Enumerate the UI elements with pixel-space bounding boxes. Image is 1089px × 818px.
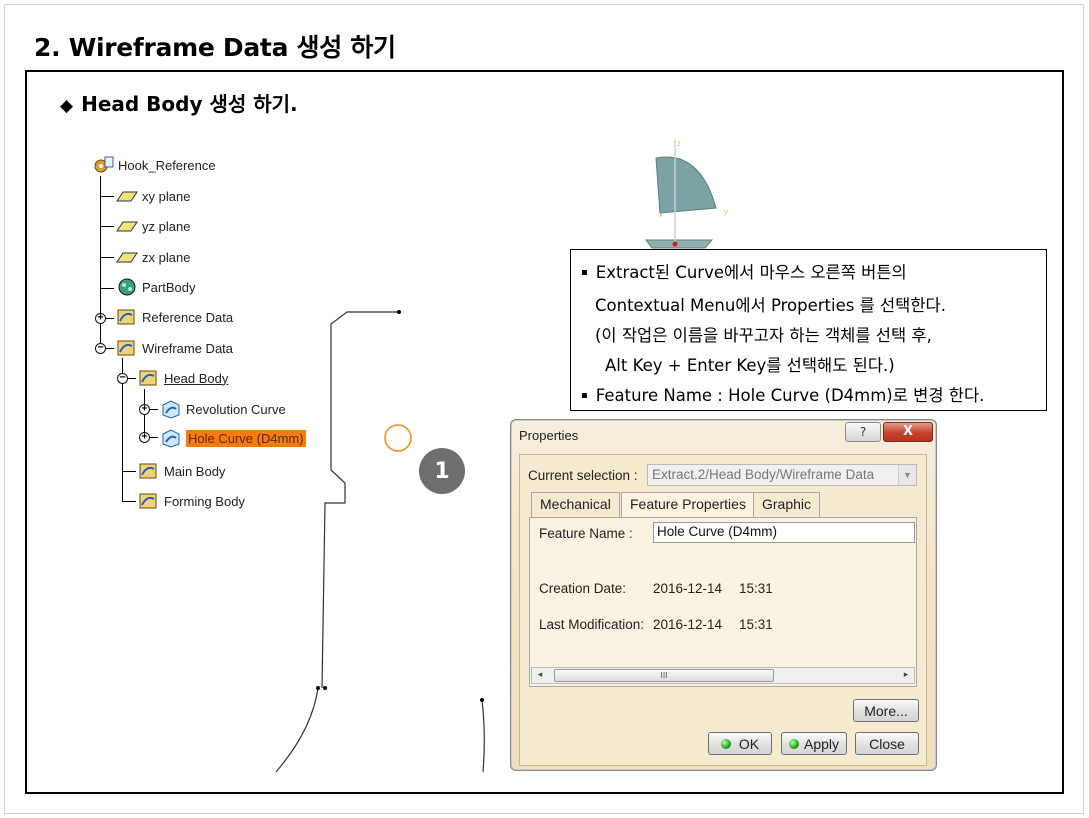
tree-label: Wireframe Data [142, 340, 234, 356]
chevron-down-icon[interactable]: ▼ [898, 465, 916, 485]
specification-tree: + − − + + Hook_Reference xy plane yz pla… [0, 0, 360, 560]
tree-label: xy plane [142, 188, 191, 204]
horizontal-scrollbar[interactable]: ◂ III ▸ [531, 667, 915, 684]
last-modification-time-value: 15:31 [739, 617, 773, 632]
tree-connector [122, 471, 136, 472]
tree-root-hook-reference[interactable]: Hook_Reference [91, 155, 216, 175]
feature-name-input[interactable]: Hole Curve (D4mm) [653, 522, 915, 543]
tree-item-head-body[interactable]: Head Body [137, 368, 228, 388]
creation-date-label: Creation Date: [539, 581, 627, 596]
apply-green-dot-icon [788, 738, 799, 749]
tree-item-wireframe-data[interactable]: Wireframe Data [115, 338, 233, 358]
tab-graphic[interactable]: Graphic [753, 492, 821, 517]
tab-mechanical[interactable]: Mechanical [531, 492, 620, 517]
collapse-minus-icon[interactable]: − [117, 373, 128, 384]
tab-feature-properties[interactable]: Feature Properties [621, 492, 755, 517]
creation-time-value: 15:31 [739, 581, 773, 596]
more-button[interactable]: More... [853, 699, 919, 722]
tree-item-xy-plane[interactable]: xy plane [115, 186, 190, 206]
tree-item-main-body[interactable]: Main Body [137, 461, 225, 481]
creation-date-value: 2016-12-14 [653, 581, 723, 596]
properties-dialog: Properties ? X Current selection : Extra… [510, 419, 937, 771]
extract-curve-icon [162, 400, 180, 419]
partbody-icon [118, 278, 136, 296]
tree-item-zx-plane[interactable]: zx plane [115, 247, 190, 267]
expand-plus-icon[interactable]: + [139, 432, 150, 443]
tree-item-revolution-curve[interactable]: Revolution Curve [159, 399, 286, 419]
instruction-callout: ▪ Extract된 Curve에서 마우스 오른쪽 버튼의 Contextual… [570, 249, 1047, 411]
plane-icon [116, 191, 138, 202]
callout-line: ▪ Extract된 Curve에서 마우스 오른쪽 버튼의 [581, 263, 907, 282]
square-bullet-icon: ▪ [581, 390, 588, 401]
collapse-minus-icon[interactable]: − [95, 343, 106, 354]
tree-label: Forming Body [164, 493, 245, 509]
tree-item-hole-curve[interactable]: Hole Curve (D4mm) [159, 428, 306, 448]
tree-connector [100, 196, 114, 197]
tree-connector [122, 501, 136, 502]
callout-line: ▪ Feature Name : Hole Curve (D4mm)로 변경 한다… [581, 386, 985, 405]
scroll-right-icon[interactable]: ▸ [898, 668, 914, 683]
current-selection-label: Current selection : [528, 468, 638, 483]
scroll-thumb[interactable]: III [554, 669, 774, 682]
tree-label: Hole Curve (D4mm) [186, 429, 306, 447]
callout-line: (이 작업은 이름을 바꾸고자 하는 객체를 선택 후, [595, 326, 932, 345]
expand-plus-icon[interactable]: + [139, 404, 150, 415]
ok-green-dot-icon [720, 738, 731, 749]
tree-item-partbody[interactable]: PartBody [115, 277, 195, 297]
geometrical-set-icon [139, 463, 157, 479]
callout-line: Alt Key + Enter Key를 선택해도 된다.) [605, 356, 895, 375]
last-modification-date-value: 2016-12-14 [653, 617, 723, 632]
extract-curve-icon [162, 429, 180, 448]
scroll-left-icon[interactable]: ◂ [532, 668, 548, 683]
tree-item-reference-data[interactable]: Reference Data [115, 307, 233, 327]
geometrical-set-icon [117, 340, 135, 356]
callout-line: Contextual Menu에서 Properties 를 선택한다. [595, 296, 946, 315]
close-icon[interactable]: X [883, 422, 933, 442]
tree-connector [100, 257, 114, 258]
geometrical-set-icon [139, 370, 157, 386]
geometrical-set-icon [139, 493, 157, 509]
tree-label: yz plane [142, 218, 191, 234]
tree-label: Revolution Curve [186, 401, 286, 417]
step-badge: 1 [419, 448, 465, 494]
ok-button[interactable]: OK [708, 732, 772, 755]
tree-label: Hook_Reference [118, 157, 216, 173]
plane-icon [116, 221, 138, 232]
expand-plus-icon[interactable]: + [95, 313, 106, 324]
tree-label: Head Body [164, 370, 229, 386]
tree-label: zx plane [142, 249, 191, 265]
apply-button[interactable]: Apply [781, 732, 847, 755]
geometrical-set-icon [117, 309, 135, 325]
close-button[interactable]: Close [855, 732, 919, 755]
tree-connector [100, 226, 114, 227]
plane-icon [116, 252, 138, 263]
part-gear-icon [94, 156, 114, 173]
feature-name-label: Feature Name : [539, 526, 633, 541]
dialog-title: Properties [519, 428, 579, 443]
help-button[interactable]: ? [845, 422, 881, 442]
tree-item-yz-plane[interactable]: yz plane [115, 216, 190, 236]
square-bullet-icon: ▪ [581, 267, 588, 278]
last-modification-label: Last Modification: [539, 617, 645, 632]
current-selection-combo[interactable]: Extract.2/Head Body/Wireframe Data ▼ [647, 464, 917, 486]
tree-item-forming-body[interactable]: Forming Body [137, 491, 245, 511]
tree-connector [100, 288, 114, 289]
tree-label: PartBody [142, 279, 196, 295]
tree-label: Main Body [164, 463, 226, 479]
tree-label: Reference Data [142, 309, 234, 325]
